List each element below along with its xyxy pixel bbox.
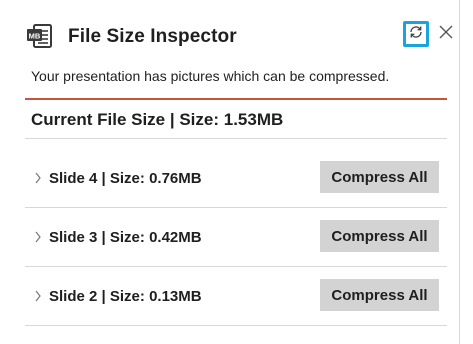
summary-divider: [25, 98, 447, 100]
slide-size-label[interactable]: Slide 4 | Size: 0.76MB: [49, 170, 202, 187]
current-file-size: Current File Size | Size: 1.53MB: [31, 110, 284, 129]
row-divider: [25, 138, 447, 139]
chevron-right-icon[interactable]: [33, 288, 43, 304]
pane-title: File Size Inspector: [68, 26, 237, 47]
slide-size-label[interactable]: Slide 2 | Size: 0.13MB: [49, 288, 202, 305]
compress-all-button[interactable]: Compress All: [320, 279, 439, 311]
row-divider: [25, 207, 447, 208]
compress-all-button[interactable]: Compress All: [320, 161, 439, 193]
compression-notice: Your presentation has pictures which can…: [31, 68, 390, 84]
chevron-right-icon[interactable]: [33, 170, 43, 186]
pane-header: MB File Size Inspector: [0, 0, 459, 62]
close-icon: [439, 25, 453, 44]
file-size-inspector-pane: MB File Size Inspector Your presentation…: [0, 0, 460, 344]
slide-row: Slide 4 | Size: 0.76MB Compress All: [25, 151, 447, 209]
svg-text:MB: MB: [29, 32, 41, 41]
row-divider: [25, 325, 447, 326]
ppt-document-icon: MB: [25, 23, 55, 51]
chevron-right-icon[interactable]: [33, 229, 43, 245]
close-button[interactable]: [437, 25, 455, 43]
row-divider: [25, 266, 447, 267]
refresh-button[interactable]: [403, 21, 429, 47]
slide-size-label[interactable]: Slide 3 | Size: 0.42MB: [49, 229, 202, 246]
slide-row: Slide 3 | Size: 0.42MB Compress All: [25, 210, 447, 268]
refresh-icon: [408, 24, 424, 45]
slide-row: Slide 2 | Size: 0.13MB Compress All: [25, 269, 447, 327]
compress-all-button[interactable]: Compress All: [320, 220, 439, 252]
